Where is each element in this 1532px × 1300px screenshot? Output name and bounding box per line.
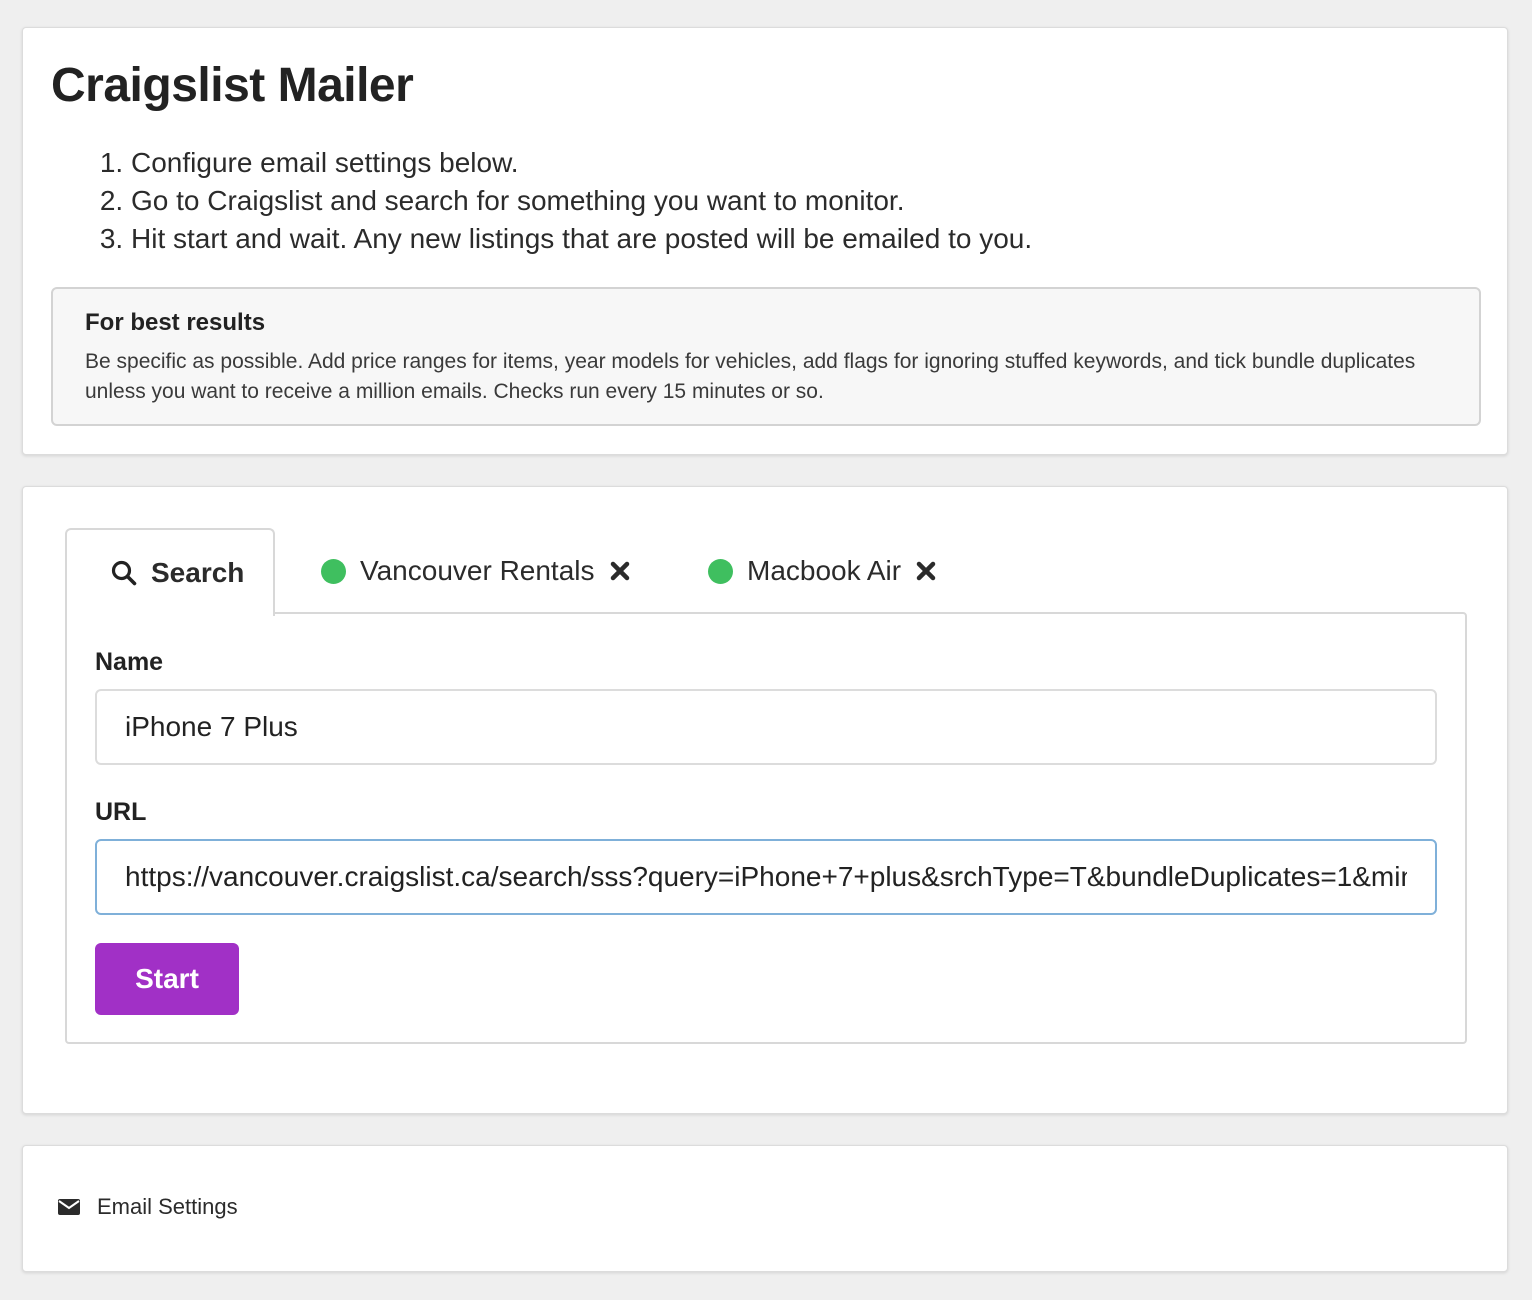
- search-tab-panel: Name URL Start: [65, 612, 1467, 1044]
- tab-label: Macbook Air: [747, 555, 902, 586]
- email-settings-card: Email Settings: [22, 1145, 1508, 1272]
- name-label: Name: [95, 648, 164, 676]
- close-icon[interactable]: [609, 560, 631, 582]
- envelope-icon: [58, 1199, 80, 1215]
- status-dot-icon: [321, 558, 346, 584]
- tab-bar: Search Vancouver Rentals Macbook Air: [65, 528, 1467, 616]
- status-dot-icon: [708, 558, 733, 584]
- search-icon: [111, 560, 137, 586]
- instruction-step: Go to Craigslist and search for somethin…: [131, 182, 1032, 220]
- url-label: URL: [95, 798, 147, 826]
- instruction-step: Configure email settings below.: [131, 144, 1032, 182]
- start-button[interactable]: Start: [95, 943, 239, 1015]
- name-input[interactable]: [95, 689, 1437, 765]
- best-results-tip: For best results Be specific as possible…: [51, 287, 1481, 426]
- tab-label: Search: [151, 557, 245, 588]
- tip-title: For best results: [85, 309, 266, 336]
- email-settings-toggle[interactable]: Email Settings: [57, 1194, 238, 1220]
- email-settings-label: Email Settings: [97, 1194, 238, 1219]
- instructions-list: Configure email settings below. Go to Cr…: [101, 144, 1032, 258]
- page-title: Craigslist Mailer: [51, 59, 414, 112]
- close-icon[interactable]: [915, 560, 937, 582]
- url-input[interactable]: [95, 839, 1437, 915]
- tab-label: Vancouver Rentals: [360, 555, 595, 586]
- instruction-step: Hit start and wait. Any new listings tha…: [131, 220, 1032, 258]
- tab-search[interactable]: Search: [65, 528, 275, 616]
- tip-body: Be specific as possible. Add price range…: [85, 350, 1416, 403]
- search-card: Search Vancouver Rentals Macbook Air Nam…: [22, 486, 1508, 1114]
- intro-card: Craigslist Mailer Configure email settin…: [22, 27, 1508, 455]
- tab-vancouver-rentals[interactable]: Vancouver Rentals: [321, 528, 631, 614]
- tab-macbook-air[interactable]: Macbook Air: [708, 528, 937, 614]
